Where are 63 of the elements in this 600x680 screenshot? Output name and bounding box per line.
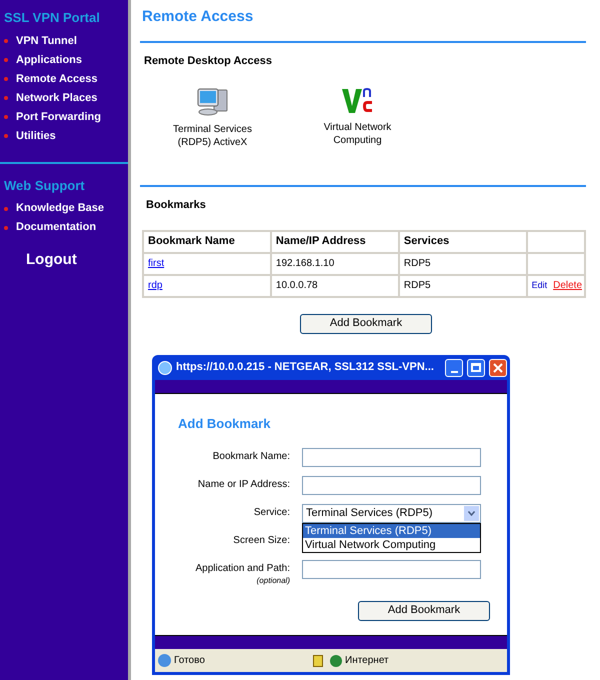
lock-icon bbox=[313, 654, 323, 666]
app-link[interactable]: Terminal Services (RDP5) ActiveX bbox=[162, 123, 262, 149]
popup-add-bookmark-button[interactable]: Add Bookmark bbox=[358, 600, 490, 620]
sidebar-link[interactable]: Network Places bbox=[16, 90, 98, 106]
table-cell: RDP5 bbox=[398, 252, 527, 274]
bullet-icon bbox=[4, 206, 8, 210]
sidebar-link[interactable]: Documentation bbox=[16, 219, 96, 236]
field-label: Bookmark Name: bbox=[212, 450, 290, 464]
bullet-icon bbox=[4, 96, 8, 100]
bookmark-link[interactable]: first bbox=[148, 258, 164, 270]
edit-link[interactable]: Edit bbox=[532, 280, 548, 290]
window-title: https://10.0.0.215 - NETGEAR, SSL312 SSL-VPN... bbox=[176, 360, 435, 376]
sidebar-heading: SSL VPN Portal bbox=[3, 9, 101, 27]
logout-link[interactable]: Logout bbox=[26, 249, 128, 272]
bullet-icon bbox=[4, 39, 8, 43]
section-heading: Remote Desktop Access bbox=[144, 54, 273, 68]
computer-icon bbox=[196, 87, 230, 117]
input-field[interactable] bbox=[302, 560, 481, 578]
sidebar-link[interactable]: Applications bbox=[16, 52, 82, 68]
table-cell: RDP5 bbox=[398, 274, 527, 296]
status-text: Готово bbox=[174, 654, 206, 668]
popup-heading: Add Bookmark bbox=[178, 415, 272, 433]
bullet-icon bbox=[4, 226, 8, 230]
globe-icon bbox=[330, 654, 342, 666]
table-cell: 192.168.1.10 bbox=[270, 252, 399, 274]
delete-link[interactable]: Delete bbox=[553, 280, 582, 292]
optional-note: (optional) bbox=[256, 576, 290, 584]
page-icon bbox=[158, 654, 171, 667]
sidebar-link[interactable]: VPN Tunnel bbox=[16, 32, 77, 50]
section-heading: Bookmarks bbox=[146, 198, 207, 213]
sidebar-heading: Web Support bbox=[3, 176, 86, 195]
vnc-logo-icon bbox=[340, 87, 374, 115]
sidebar-link[interactable]: Remote Access bbox=[16, 70, 98, 88]
bullet-icon bbox=[4, 77, 8, 81]
bullet-icon bbox=[4, 58, 8, 62]
column-header: Bookmark Name bbox=[143, 230, 271, 252]
input-field[interactable] bbox=[302, 476, 481, 494]
dropdown-option[interactable]: Terminal Services (RDP5) bbox=[303, 524, 480, 538]
sidebar-link[interactable]: Knowledge Base bbox=[16, 200, 104, 217]
field-label: Service: bbox=[252, 506, 290, 520]
sidebar-link[interactable]: Utilities bbox=[16, 128, 56, 144]
sidebar-link[interactable]: Port Forwarding bbox=[16, 108, 101, 126]
close-icon bbox=[493, 362, 503, 372]
bullet-icon bbox=[4, 115, 8, 119]
dropdown-option[interactable]: Virtual Network Computing bbox=[303, 538, 480, 552]
column-header: Name/IP Address bbox=[270, 230, 399, 252]
page-title: Remote Access bbox=[142, 7, 254, 27]
add-bookmark-button[interactable]: Add Bookmark bbox=[300, 314, 432, 334]
browser-icon bbox=[158, 360, 172, 374]
field-label: Application and Path: bbox=[194, 562, 290, 576]
service-select[interactable]: Terminal Services (RDP5) bbox=[302, 504, 481, 522]
minimize-button[interactable] bbox=[445, 358, 463, 376]
bookmark-link[interactable]: rdp bbox=[148, 280, 162, 292]
column-header: Services bbox=[398, 230, 527, 252]
close-button[interactable] bbox=[489, 358, 507, 376]
app-link[interactable]: Virtual Network Computing bbox=[308, 121, 408, 147]
input-field[interactable] bbox=[302, 448, 481, 466]
bullet-icon bbox=[4, 134, 8, 138]
field-label: Name or IP Address: bbox=[196, 478, 290, 492]
field-label: Screen Size: bbox=[232, 534, 290, 548]
zone-text: Интернет bbox=[345, 654, 389, 668]
table-cell: 10.0.0.78 bbox=[270, 274, 399, 296]
maximize-button[interactable] bbox=[467, 358, 485, 376]
